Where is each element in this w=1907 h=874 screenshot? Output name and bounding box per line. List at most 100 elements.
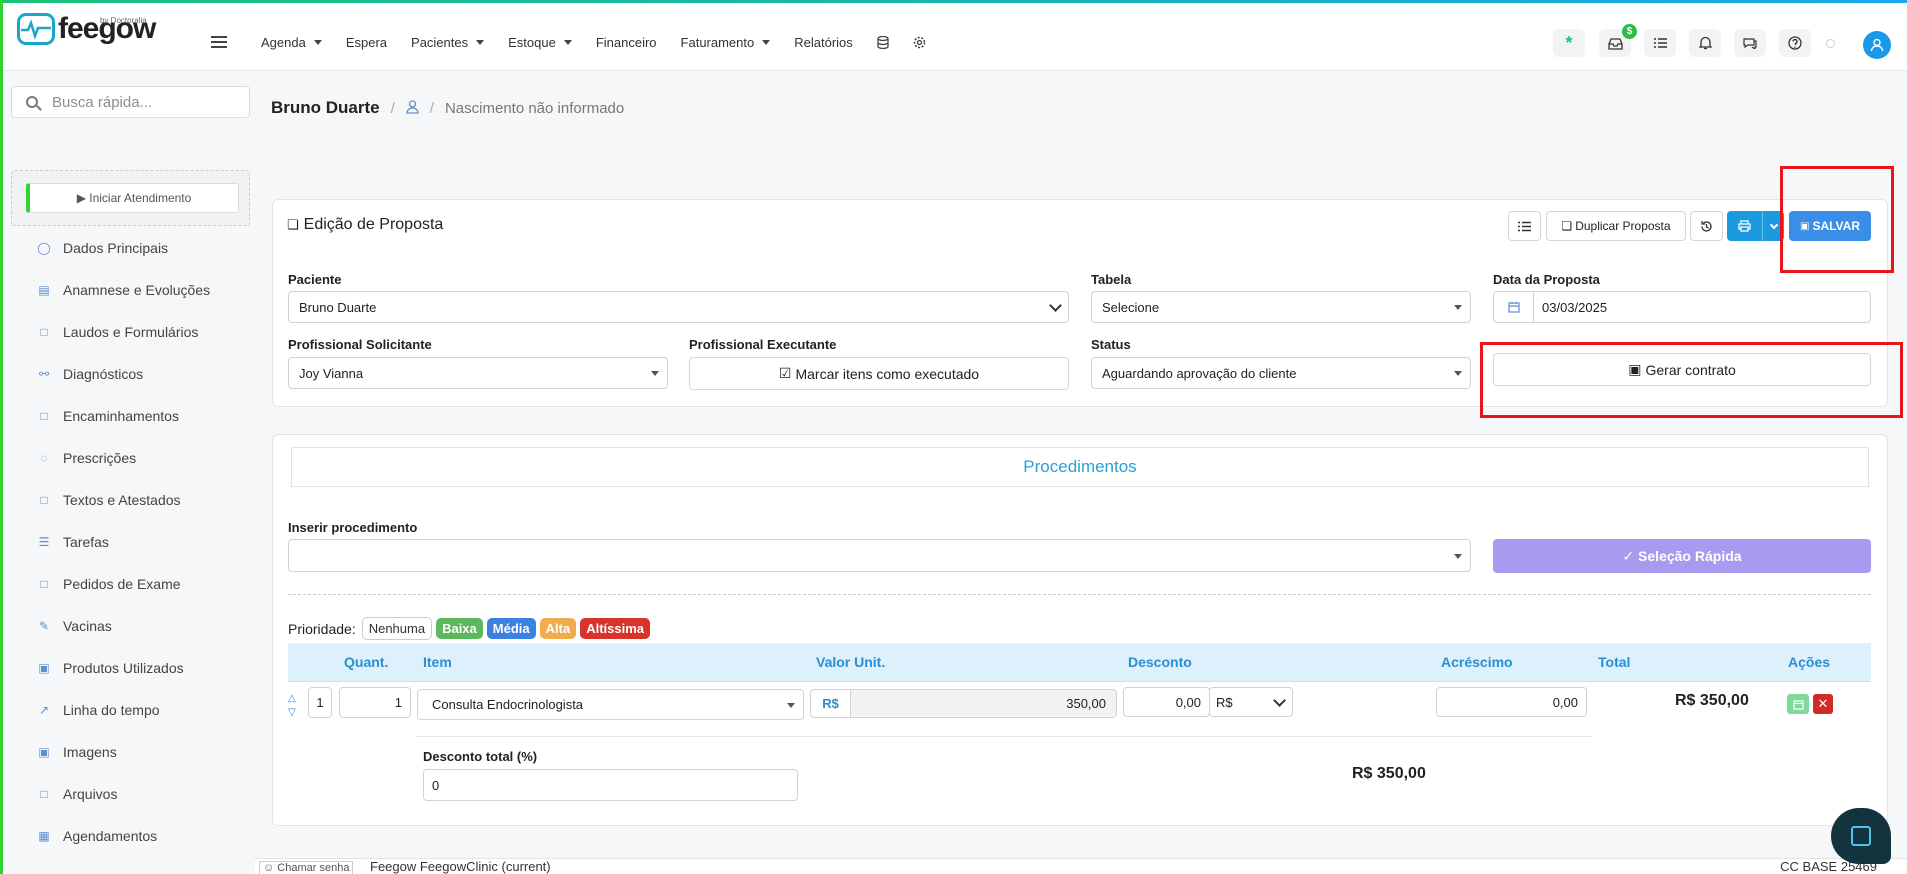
list-icon bbox=[1518, 221, 1531, 231]
list-button[interactable] bbox=[1508, 211, 1541, 241]
row-divider bbox=[417, 736, 1592, 737]
addition-input[interactable]: 0,00 bbox=[1436, 687, 1587, 717]
bottom-status-bar: ☺ Chamar senha Feegow FeegowClinic (curr… bbox=[255, 858, 1907, 874]
bell-icon[interactable] bbox=[1689, 29, 1721, 57]
priority-media[interactable]: Média bbox=[486, 618, 536, 639]
discount-type-select[interactable]: R$ bbox=[1209, 687, 1293, 717]
printer-icon bbox=[1738, 220, 1751, 232]
sidebar-item-produtos[interactable]: ▣ Produtos Utilizados bbox=[37, 660, 183, 676]
arrow-down-icon[interactable]: ▽ bbox=[288, 706, 296, 720]
proposal-title: ❏ Edição de Proposta bbox=[287, 216, 444, 233]
hamburger-menu-icon[interactable] bbox=[211, 36, 227, 48]
box-icon: ▣ bbox=[38, 661, 50, 675]
nav-pacientes[interactable]: Pacientes bbox=[411, 35, 485, 50]
tabela-select[interactable]: Selecione bbox=[1091, 291, 1471, 323]
col-item: Item bbox=[423, 654, 452, 670]
sidebar-item-pedidos-exame[interactable]: □ Pedidos de Exame bbox=[37, 576, 180, 592]
top-accent-line bbox=[0, 0, 1907, 3]
quick-search-input[interactable]: Busca rápida... bbox=[11, 86, 250, 118]
quick-select-button[interactable]: ✓ Seleção Rápida bbox=[1493, 539, 1871, 573]
syringe-icon: ✎ bbox=[38, 619, 50, 633]
nav-financeiro[interactable]: Financeiro bbox=[596, 35, 657, 50]
sidebar-item-tarefas[interactable]: ☰ Tarefas bbox=[37, 534, 109, 550]
grand-total: R$ 350,00 bbox=[1352, 765, 1426, 782]
file-icon: □ bbox=[40, 493, 48, 507]
discount-input[interactable]: 0,00 bbox=[1123, 687, 1210, 717]
sidebar-item-linha-tempo[interactable]: ↗ Linha do tempo bbox=[37, 702, 160, 718]
user-outline-icon bbox=[406, 99, 419, 117]
settings-gear-icon[interactable] bbox=[913, 35, 926, 50]
sidebar-item-anamnese[interactable]: ▤ Anamnese e Evoluções bbox=[37, 282, 210, 298]
status-label: Status bbox=[1091, 337, 1131, 352]
priority-group: Prioridade: Nenhuma Baixa Média Alta Alt… bbox=[288, 617, 650, 640]
nav-estoque[interactable]: Estoque bbox=[508, 35, 572, 50]
col-acoes: Ações bbox=[1788, 654, 1831, 670]
data-proposta-field[interactable]: 03/03/2025 bbox=[1493, 291, 1871, 323]
sidebar-item-encaminhamentos[interactable]: □ Encaminhamentos bbox=[37, 408, 179, 424]
paciente-select[interactable]: Bruno Duarte bbox=[288, 291, 1069, 323]
row-order-arrows[interactable]: △ ▽ bbox=[288, 692, 296, 720]
priority-alta[interactable]: Alta bbox=[539, 618, 577, 639]
chevron-down-icon bbox=[1273, 694, 1286, 707]
breadcrumb: Bruno Duarte / / Nascimento não informad… bbox=[271, 98, 625, 118]
help-icon[interactable] bbox=[1779, 29, 1811, 57]
database-icon[interactable] bbox=[877, 35, 889, 50]
nav-espera[interactable]: Espera bbox=[346, 35, 387, 50]
check-circle-icon: ☑ bbox=[778, 365, 792, 381]
priority-altissima[interactable]: Altíssima bbox=[580, 618, 650, 639]
schedule-button[interactable] bbox=[1787, 694, 1809, 714]
user-avatar-icon[interactable] bbox=[1863, 31, 1891, 59]
sidebar-item-textos[interactable]: □ Textos e Atestados bbox=[37, 492, 180, 508]
sidebar-item-imagens[interactable]: ▣ Imagens bbox=[37, 744, 116, 760]
history-button[interactable] bbox=[1690, 211, 1723, 241]
unit-name: Feegow FeegowClinic (current) bbox=[370, 859, 551, 874]
nav-faturamento[interactable]: Faturamento bbox=[681, 35, 771, 50]
nav-relatorios[interactable]: Relatórios bbox=[794, 35, 853, 50]
asterisk-icon[interactable]: * bbox=[1553, 29, 1585, 57]
support-chat-button[interactable] bbox=[1831, 808, 1891, 864]
timeline-icon: ↗ bbox=[38, 703, 50, 717]
copy-icon: ❏ bbox=[287, 217, 299, 232]
feegow-logo[interactable]: feegow by Doctoralia bbox=[17, 12, 156, 46]
status-select[interactable]: Aguardando aprovação do cliente bbox=[1091, 357, 1471, 389]
chat-icon[interactable] bbox=[1734, 29, 1766, 57]
delete-button[interactable]: ✕ bbox=[1813, 694, 1833, 714]
mark-executed-button[interactable]: ☑ Marcar itens como executado bbox=[689, 357, 1069, 390]
highlight-box-save bbox=[1780, 166, 1894, 273]
duplicate-proposal-button[interactable]: ❏ Duplicar Proposta bbox=[1546, 211, 1686, 241]
sidebar-item-diagnosticos[interactable]: ⚯ Diagnósticos bbox=[37, 366, 143, 382]
col-total: Total bbox=[1598, 654, 1631, 670]
caret-down-icon bbox=[762, 40, 771, 45]
sidebar-item-laudos[interactable]: □ Laudos e Formulários bbox=[37, 324, 198, 340]
logo-by-text: by Doctoralia bbox=[100, 16, 147, 25]
left-accent-line bbox=[0, 0, 3, 874]
search-icon bbox=[26, 96, 38, 108]
chat-widget-icon bbox=[1851, 826, 1871, 846]
priority-baixa[interactable]: Baixa bbox=[436, 618, 483, 639]
call-ticket-button[interactable]: ☺ Chamar senha bbox=[259, 861, 354, 874]
print-button[interactable] bbox=[1727, 211, 1762, 241]
sidebar-item-prescricoes[interactable]: ◌ Prescrições bbox=[37, 450, 136, 466]
checklist-icon[interactable] bbox=[1644, 29, 1676, 57]
user-icon: ◯ bbox=[37, 241, 51, 255]
sidebar-item-arquivos[interactable]: □ Arquivos bbox=[37, 786, 117, 802]
unit-value-field[interactable]: R$ 350,00 bbox=[810, 689, 1117, 718]
quantity-input[interactable]: 1 bbox=[339, 687, 411, 718]
insert-procedure-select[interactable] bbox=[288, 539, 1471, 572]
patient-name[interactable]: Bruno Duarte bbox=[271, 98, 380, 118]
discount-total-input[interactable]: 0 bbox=[423, 769, 798, 801]
main-nav: Agenda Espera Pacientes Estoque Financei… bbox=[261, 35, 950, 50]
arrow-up-icon[interactable]: △ bbox=[288, 692, 296, 706]
sidebar-item-dados-principais[interactable]: ◯ Dados Principais bbox=[37, 240, 168, 256]
chevron-down-icon bbox=[1049, 299, 1062, 312]
start-attendance-button[interactable]: ▶ Iniciar Atendimento bbox=[26, 183, 239, 213]
sidebar-item-vacinas[interactable]: ✎ Vacinas bbox=[37, 618, 112, 634]
item-select[interactable]: Consulta Endocrinologista bbox=[417, 689, 804, 720]
tab-procedimentos[interactable]: Procedimentos bbox=[291, 447, 1869, 487]
nav-agenda[interactable]: Agenda bbox=[261, 35, 322, 50]
sidebar-item-agendamentos[interactable]: ▦ Agendamentos bbox=[37, 828, 157, 844]
data-proposta-label: Data da Proposta bbox=[1493, 272, 1600, 287]
row-index: 1 bbox=[308, 687, 332, 718]
solicitante-select[interactable]: Joy Vianna bbox=[288, 357, 668, 389]
priority-nenhuma[interactable]: Nenhuma bbox=[361, 617, 433, 640]
